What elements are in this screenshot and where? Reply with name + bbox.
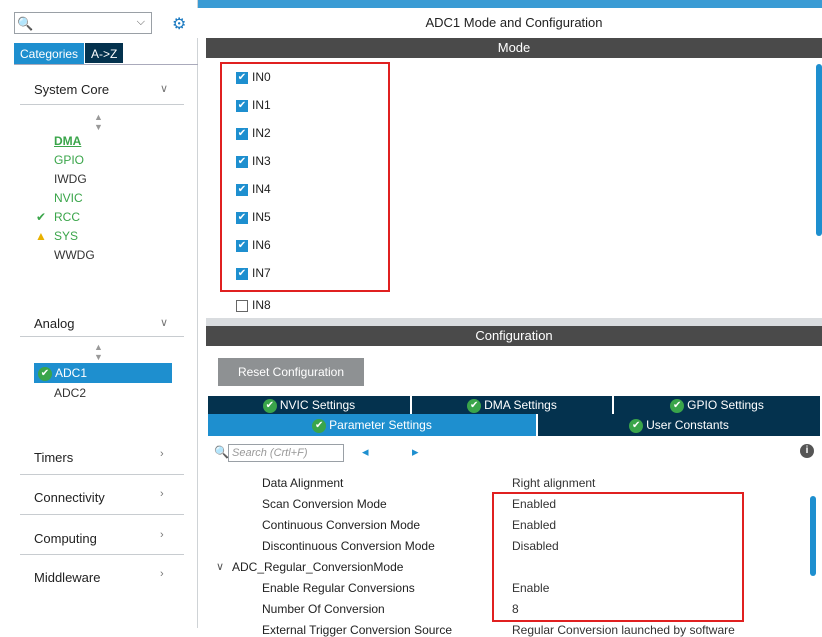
sort-icon[interactable]: ▲ ▼ [94, 342, 103, 362]
configuration-section: Reset Configuration ✔ NVIC Settings ✔ DMA … [206, 346, 822, 637]
divider [20, 104, 184, 105]
chevron-right-icon[interactable]: › [160, 488, 164, 500]
sidebar-item-adc1[interactable]: ✔ ADC1 [34, 363, 172, 383]
group-analog[interactable]: Analog [34, 316, 74, 331]
highlight-box [220, 62, 390, 292]
check-icon: ✔ [36, 210, 47, 224]
param-value[interactable]: Right alignment [512, 476, 595, 490]
check-circle-icon: ✔ [670, 398, 685, 413]
check-circle-icon: ✔ [467, 398, 482, 413]
checkbox-unchecked-icon[interactable] [236, 299, 248, 312]
group-computing[interactable]: Computing [34, 531, 97, 546]
param-label: Data Alignment [262, 476, 344, 490]
page-title: ADC1 Mode and Configuration [206, 8, 822, 38]
param-label: External Trigger Conversion Source [262, 623, 453, 637]
sidebar-item-sys[interactable]: SYS [54, 229, 78, 243]
sidebar-item-dma[interactable]: DMA [54, 134, 81, 148]
next-icon[interactable]: ▸ [412, 444, 419, 460]
search-input[interactable]: 🔍 ⌵ [14, 12, 152, 34]
param-label: Continuous Conversion Mode [262, 518, 421, 532]
param-label: Enable Regular Conversions [262, 581, 415, 595]
tab-parameter-settings[interactable]: ✔ Parameter Settings [208, 414, 536, 436]
check-circle-icon: ✔ [38, 366, 52, 381]
warning-icon: ▲ [35, 229, 47, 243]
check-circle-icon: ✔ [629, 418, 644, 433]
search-icon: 🔍 [214, 445, 229, 459]
tab-label: User Constants [646, 418, 729, 432]
main-panel: ADC1 Mode and Configuration Mode ✔ IN0 ✔ I… [206, 8, 822, 637]
tab-a-z[interactable]: A->Z [84, 42, 125, 64]
sidebar-item-wwdg[interactable]: WWDG [54, 248, 95, 262]
category-tabs: Categories A->Z [14, 42, 125, 65]
tab-dma-settings[interactable]: ✔ DMA Settings [412, 396, 612, 414]
sidebar-item-adc2[interactable]: ADC2 [54, 386, 86, 400]
left-panel: 🔍 ⌵ ⚙ Categories A->Z System Core ∨ ▲ ▼ DM… [0, 0, 198, 628]
chevron-down-icon[interactable]: ∨ [160, 316, 168, 329]
group-timers[interactable]: Timers [34, 450, 73, 465]
tab-label: NVIC Settings [279, 398, 356, 412]
gear-icon[interactable]: ⚙ [172, 14, 186, 34]
previous-icon[interactable]: ◂ [362, 444, 369, 460]
chevron-down-icon[interactable]: ∨ [160, 82, 168, 95]
search-icon: 🔍 [17, 16, 34, 31]
tab-label: Parameter Settings [329, 418, 432, 432]
chevron-right-icon[interactable]: › [160, 568, 164, 580]
sidebar-item-nvic[interactable]: NVIC [54, 191, 83, 205]
tab-user-constants[interactable]: ✔ User Constants [538, 414, 820, 436]
divider [20, 336, 184, 337]
sidebar-item-label: ADC1 [55, 366, 88, 380]
parameter-toolbar: 🔍 Search (Crtl+F) ◂ ▸ i [206, 442, 822, 464]
chevron-down-icon[interactable]: ⌵ [137, 16, 145, 29]
tab-categories[interactable]: Categories [14, 43, 85, 65]
sidebar-item-iwdg[interactable]: IWDG [54, 172, 87, 186]
chevron-right-icon[interactable]: › [160, 529, 164, 541]
group-connectivity[interactable]: Connectivity [34, 490, 105, 505]
group-middleware[interactable]: Middleware [34, 570, 100, 585]
param-label: Scan Conversion Mode [262, 497, 387, 511]
check-circle-icon: ✔ [262, 398, 277, 413]
param-value[interactable]: Regular Conversion launched by software [512, 623, 735, 637]
param-group-label[interactable]: ADC_Regular_ConversionMode [232, 560, 403, 574]
divider [20, 554, 184, 555]
chevron-down-icon[interactable]: ∨ [216, 560, 224, 573]
check-circle-icon: ✔ [312, 418, 327, 433]
sort-icon[interactable]: ▲ ▼ [94, 112, 103, 132]
group-system-core[interactable]: System Core [34, 82, 109, 97]
parameter-search-input[interactable]: Search (Crtl+F) [228, 444, 344, 462]
mode-section: ✔ IN0 ✔ IN1 ✔ IN2 ✔ IN3 ✔ IN4 ✔ IN5 ✔ IN6 ✔ IN7 … [206, 58, 822, 326]
reset-configuration-button[interactable]: Reset Configuration [218, 358, 364, 386]
param-label: Discontinuous Conversion Mode [262, 539, 435, 553]
search-row: 🔍 ⌵ ⚙ [0, 8, 198, 38]
tab-nvic-settings[interactable]: ✔ NVIC Settings [208, 396, 410, 414]
scrollbar[interactable] [810, 496, 816, 576]
tab-label: DMA Settings [484, 398, 557, 412]
divider [20, 474, 184, 475]
scrollbar[interactable] [816, 64, 822, 236]
configuration-header: Configuration [206, 326, 822, 346]
checkbox-label: IN8 [252, 298, 271, 312]
sidebar-item-rcc[interactable]: RCC [54, 210, 80, 224]
info-icon[interactable]: i [800, 444, 814, 458]
divider [14, 64, 198, 65]
param-label: Number Of Conversion [262, 602, 385, 616]
divider [20, 514, 184, 515]
highlight-box [492, 492, 744, 622]
chevron-right-icon[interactable]: › [160, 448, 164, 460]
channel-checkbox-in8[interactable]: IN8 [236, 298, 271, 312]
sidebar-item-gpio[interactable]: GPIO [54, 153, 84, 167]
mode-header: Mode [206, 38, 822, 58]
tab-gpio-settings[interactable]: ✔ GPIO Settings [614, 396, 820, 414]
tab-label: GPIO Settings [687, 398, 764, 412]
divider[interactable] [206, 318, 822, 326]
